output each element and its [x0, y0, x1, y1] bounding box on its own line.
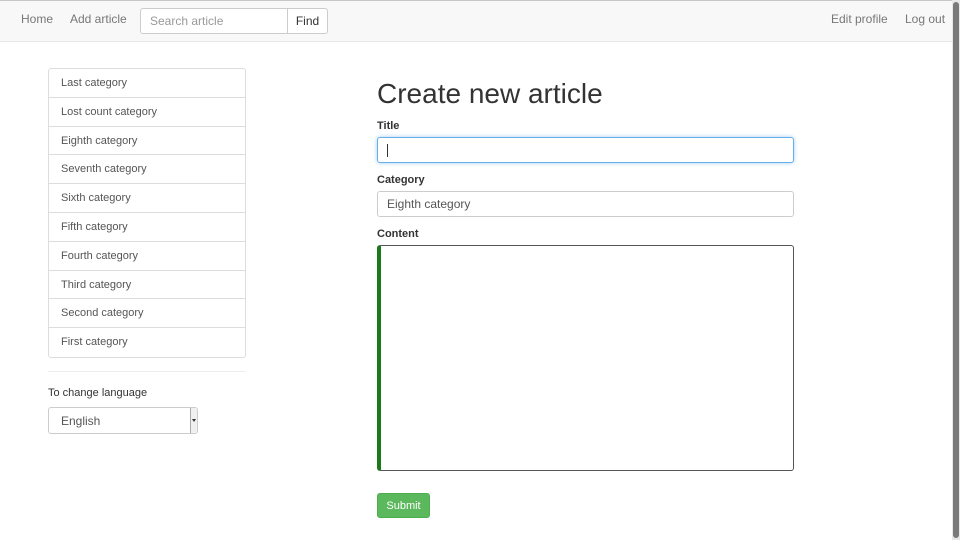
category-item-sixth[interactable]: Sixth category: [49, 184, 245, 213]
category-item-lost-count[interactable]: Lost count category: [49, 98, 245, 127]
content-textarea[interactable]: [377, 245, 794, 471]
search-input[interactable]: [140, 8, 288, 34]
top-navbar: Home Add article Find Edit profile Log o…: [0, 0, 952, 42]
find-button[interactable]: Find: [287, 8, 328, 34]
chevron-down-icon: [190, 408, 197, 433]
page-title: Create new article: [377, 78, 603, 109]
category-item-second[interactable]: Second category: [49, 299, 245, 329]
category-select-value: Eighth category: [387, 197, 471, 211]
language-select-value: English: [61, 414, 101, 428]
nav-logout-link[interactable]: Log out: [905, 12, 945, 26]
category-item-eighth[interactable]: Eighth category: [49, 127, 245, 156]
category-label: Category: [377, 174, 425, 186]
submit-button[interactable]: Submit: [377, 493, 430, 518]
text-caret: [387, 144, 388, 157]
category-select[interactable]: Eighth category: [377, 191, 794, 217]
category-item-seventh[interactable]: Seventh category: [49, 155, 245, 185]
title-label: Title: [377, 120, 400, 132]
content-label: Content: [377, 228, 419, 240]
category-item-third[interactable]: Third category: [49, 271, 245, 300]
language-label: To change language: [48, 387, 148, 399]
sidebar-divider: [48, 371, 246, 372]
nav-edit-profile-link[interactable]: Edit profile: [831, 12, 888, 26]
scrollbar-thumb[interactable]: [953, 2, 959, 538]
category-item-fourth[interactable]: Fourth category: [49, 242, 245, 271]
title-input[interactable]: [377, 137, 794, 163]
category-item-fifth[interactable]: Fifth category: [49, 213, 245, 242]
nav-home-link[interactable]: Home: [21, 12, 53, 26]
category-item-last[interactable]: Last category: [49, 69, 245, 98]
category-item-first[interactable]: First category: [49, 328, 245, 357]
nav-add-article-link[interactable]: Add article: [70, 12, 127, 26]
language-select[interactable]: English: [48, 407, 198, 434]
category-list: Last category Lost count category Eighth…: [48, 68, 246, 358]
page-scrollbar[interactable]: [952, 0, 960, 540]
